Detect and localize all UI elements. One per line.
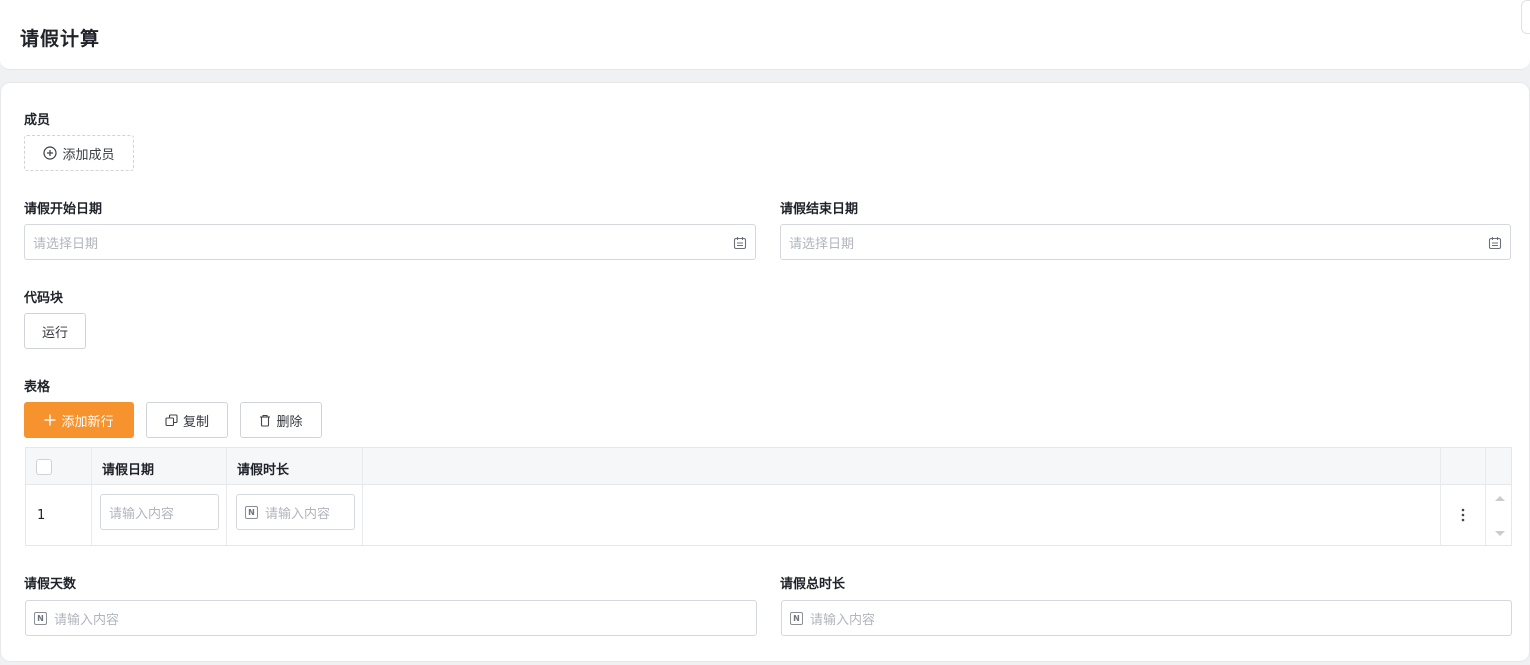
column-divider (1485, 448, 1486, 545)
column-divider (91, 448, 92, 545)
leave-days-label: 请假天数 (24, 577, 77, 592)
start-date-placeholder: 请选择日期 (33, 236, 99, 252)
start-date-label: 请假开始日期 (24, 202, 103, 217)
more-vertical-icon[interactable] (1457, 506, 1469, 524)
form-card: 成员 添加成员 请假开始日期 请选择日期 请假结束日期 请选择日期 代码块 运行… (0, 82, 1530, 662)
leave-date-input[interactable]: 请输入内容 (100, 494, 219, 530)
leave-duration-input[interactable]: N 请输入内容 (236, 494, 355, 530)
calendar-icon (1488, 237, 1502, 250)
select-all-checkbox[interactable] (36, 459, 52, 475)
leave-total-label: 请假总时长 (780, 577, 846, 592)
page-header: 请假计算 (0, 0, 1530, 70)
column-divider (1440, 448, 1441, 545)
column-header-leave-duration: 请假时长 (237, 463, 290, 478)
scroll-down-arrow-icon[interactable] (1494, 530, 1506, 538)
copy-label: 复制 (182, 414, 209, 430)
delete-button[interactable]: 删除 (240, 402, 322, 438)
scroll-up-arrow-icon[interactable] (1494, 494, 1506, 502)
leave-days-input[interactable]: N 请输入内容 (25, 600, 757, 636)
number-n-icon: N (245, 505, 258, 519)
run-button-label: 运行 (41, 325, 68, 341)
leave-total-placeholder: 请输入内容 (810, 612, 876, 628)
plus-icon (44, 414, 56, 426)
add-member-button[interactable]: 添加成员 (24, 135, 134, 171)
plus-circle-icon (43, 146, 58, 160)
side-panel-tab[interactable] (1521, 0, 1530, 34)
leave-days-placeholder: 请输入内容 (54, 612, 120, 628)
end-date-placeholder: 请选择日期 (789, 236, 855, 252)
data-table: 请假日期 请假时长 1 请输入内容 N 请输入内容 (25, 447, 1512, 546)
leave-total-input[interactable]: N 请输入内容 (781, 600, 1512, 636)
copy-icon (165, 413, 178, 426)
add-member-label: 添加成员 (62, 147, 115, 163)
copy-button[interactable]: 复制 (146, 402, 228, 438)
calendar-icon (733, 237, 747, 250)
run-button[interactable]: 运行 (24, 313, 86, 349)
start-date-picker[interactable]: 请选择日期 (24, 224, 756, 260)
table-label: 表格 (24, 380, 51, 395)
members-label: 成员 (24, 113, 51, 128)
delete-label: 删除 (276, 414, 303, 430)
add-row-label: 添加新行 (61, 414, 114, 430)
column-divider (362, 448, 363, 545)
end-date-label: 请假结束日期 (780, 202, 859, 217)
column-divider (226, 448, 227, 545)
leave-duration-placeholder: 请输入内容 (265, 506, 331, 522)
column-header-leave-date: 请假日期 (102, 463, 155, 478)
number-n-icon: N (790, 611, 803, 625)
code-block-label: 代码块 (24, 291, 64, 306)
table-header: 请假日期 请假时长 (26, 448, 1511, 485)
row-index: 1 (37, 508, 46, 523)
add-row-button[interactable]: 添加新行 (24, 402, 134, 438)
number-n-icon: N (34, 611, 47, 625)
trash-icon (260, 414, 271, 427)
page-title: 请假计算 (20, 28, 101, 50)
end-date-picker[interactable]: 请选择日期 (780, 224, 1511, 260)
leave-date-placeholder: 请输入内容 (109, 506, 175, 522)
